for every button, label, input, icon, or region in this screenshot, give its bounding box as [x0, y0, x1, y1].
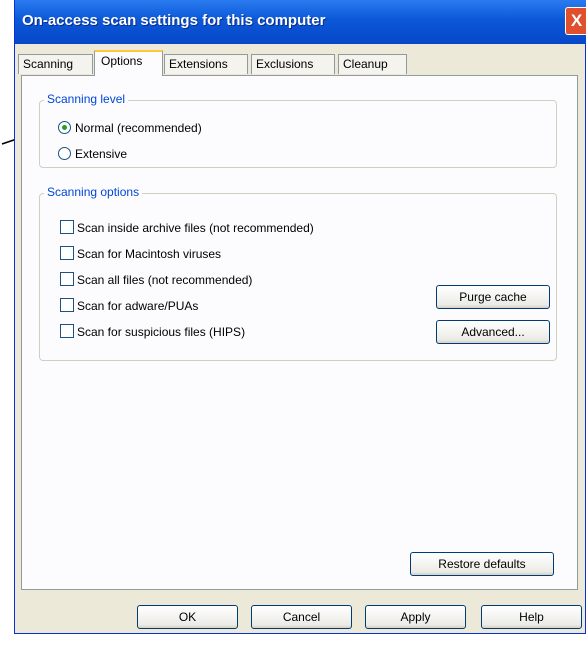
- scanning-options-legend: Scanning options: [44, 185, 143, 199]
- advanced-button[interactable]: Advanced...: [436, 320, 550, 344]
- apply-button[interactable]: Apply: [365, 605, 466, 629]
- checkbox-label: Scan inside archive files (not recommend…: [77, 221, 314, 235]
- radio-normal-label: Normal (recommended): [75, 121, 202, 135]
- ok-button[interactable]: OK: [137, 605, 238, 629]
- close-button[interactable]: X: [565, 7, 586, 35]
- checkbox-icon[interactable]: [60, 220, 74, 234]
- checkbox-icon[interactable]: [60, 298, 74, 312]
- tab-exclusions[interactable]: Exclusions: [251, 54, 335, 74]
- radio-extensive-label: Extensive: [75, 147, 128, 161]
- checkbox-icon[interactable]: [60, 324, 74, 338]
- checkbox-scan-macintosh[interactable]: Scan for Macintosh viruses: [60, 245, 400, 263]
- scanning-options-group: Scanning options Scan inside archive fil…: [39, 185, 557, 361]
- checkbox-label: Scan all files (not recommended): [77, 273, 253, 287]
- checkbox-scan-archives[interactable]: Scan inside archive files (not recommend…: [60, 219, 400, 237]
- restore-defaults-button[interactable]: Restore defaults: [410, 552, 554, 576]
- tab-cleanup[interactable]: Cleanup: [338, 54, 407, 74]
- radio-extensive[interactable]: Extensive: [58, 145, 278, 163]
- close-icon: X: [570, 11, 583, 30]
- cancel-button[interactable]: Cancel: [251, 605, 352, 629]
- dialog-window: On-access scan settings for this compute…: [14, 0, 586, 634]
- scanning-level-group: Scanning level Normal (recommended) Exte…: [39, 92, 557, 168]
- checkbox-label: Scan for Macintosh viruses: [77, 247, 222, 261]
- radio-selected-icon[interactable]: [58, 121, 71, 134]
- tab-scanning[interactable]: Scanning: [18, 54, 93, 74]
- checkbox-icon[interactable]: [60, 272, 74, 286]
- scanning-level-legend: Scanning level: [44, 92, 129, 106]
- checkbox-label: Scan for adware/PUAs: [77, 299, 199, 313]
- radio-unselected-icon[interactable]: [58, 147, 71, 160]
- title-bar[interactable]: On-access scan settings for this compute…: [15, 0, 586, 44]
- tab-extensions[interactable]: Extensions: [164, 54, 248, 74]
- checkbox-icon[interactable]: [60, 246, 74, 260]
- checkbox-scan-adware[interactable]: Scan for adware/PUAs: [60, 297, 400, 315]
- help-button[interactable]: Help: [481, 605, 582, 629]
- checkbox-scan-all-files[interactable]: Scan all files (not recommended): [60, 271, 400, 289]
- tab-options[interactable]: Options: [94, 50, 163, 76]
- window-title: On-access scan settings for this compute…: [22, 12, 326, 29]
- purge-cache-button[interactable]: Purge cache: [436, 285, 550, 309]
- checkbox-label: Scan for suspicious files (HIPS): [77, 325, 246, 339]
- radio-normal[interactable]: Normal (recommended): [58, 119, 278, 137]
- checkbox-scan-suspicious[interactable]: Scan for suspicious files (HIPS): [60, 323, 400, 341]
- options-tab-panel: Scanning level Normal (recommended) Exte…: [21, 75, 578, 590]
